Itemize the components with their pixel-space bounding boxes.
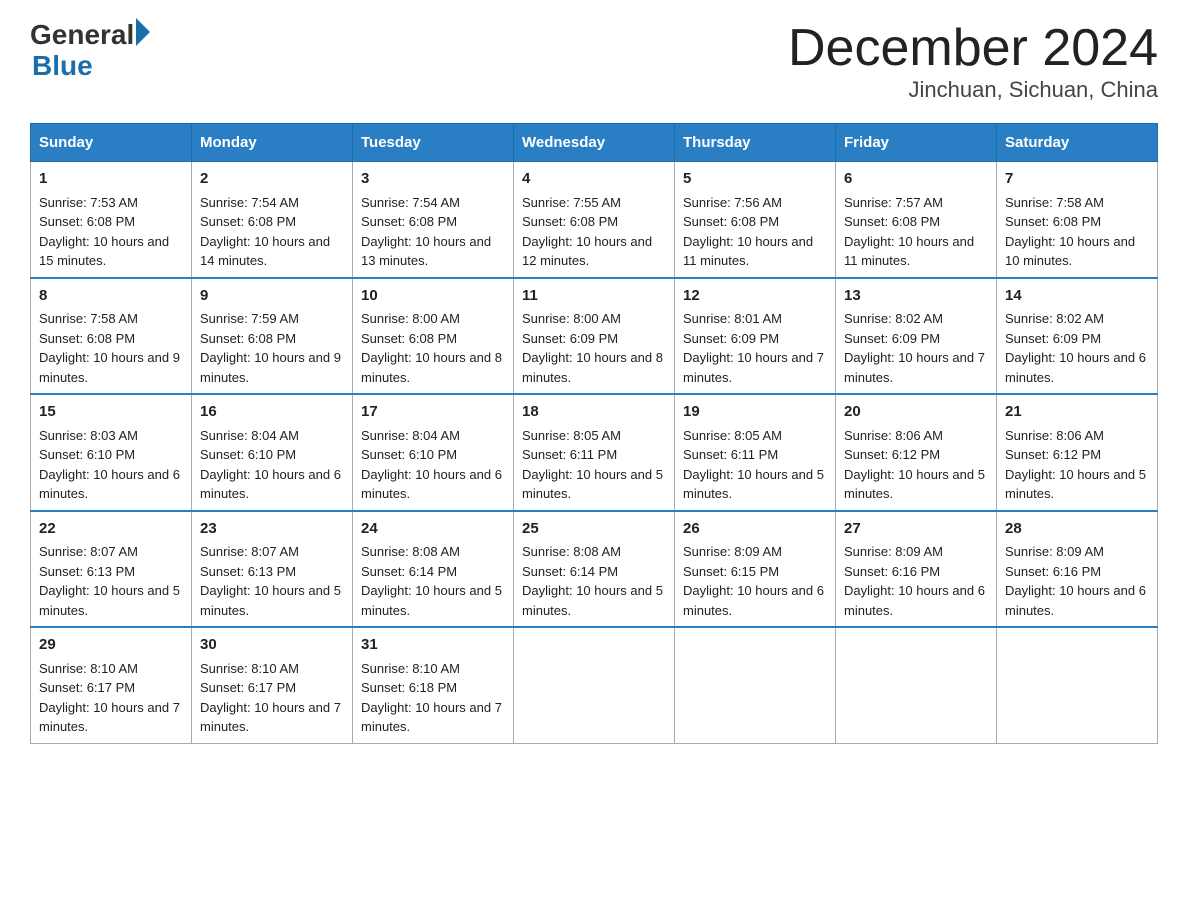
month-title: December 2024 [788,20,1158,77]
logo-blue-text: Blue [32,51,150,82]
day-number: 30 [200,634,344,657]
day-number: 18 [522,401,666,424]
table-row: 22Sunrise: 8:07 AMSunset: 6:13 PMDayligh… [31,511,192,628]
table-row: 30Sunrise: 8:10 AMSunset: 6:17 PMDayligh… [192,627,353,743]
col-tuesday: Tuesday [353,124,514,162]
day-number: 10 [361,285,505,308]
day-number: 8 [39,285,183,308]
day-number: 20 [844,401,988,424]
day-number: 24 [361,518,505,541]
calendar-week-row: 22Sunrise: 8:07 AMSunset: 6:13 PMDayligh… [31,511,1158,628]
table-row: 4Sunrise: 7:55 AMSunset: 6:08 PMDaylight… [514,162,675,278]
day-number: 4 [522,168,666,191]
table-row: 26Sunrise: 8:09 AMSunset: 6:15 PMDayligh… [675,511,836,628]
col-sunday: Sunday [31,124,192,162]
day-number: 27 [844,518,988,541]
day-number: 29 [39,634,183,657]
day-number: 21 [1005,401,1149,424]
day-number: 19 [683,401,827,424]
table-row [675,627,836,743]
table-row: 24Sunrise: 8:08 AMSunset: 6:14 PMDayligh… [353,511,514,628]
day-number: 6 [844,168,988,191]
table-row: 15Sunrise: 8:03 AMSunset: 6:10 PMDayligh… [31,394,192,511]
table-row: 11Sunrise: 8:00 AMSunset: 6:09 PMDayligh… [514,278,675,395]
day-number: 12 [683,285,827,308]
logo-general-text: General [30,20,134,51]
table-row: 14Sunrise: 8:02 AMSunset: 6:09 PMDayligh… [997,278,1158,395]
table-row: 21Sunrise: 8:06 AMSunset: 6:12 PMDayligh… [997,394,1158,511]
day-number: 5 [683,168,827,191]
table-row: 31Sunrise: 8:10 AMSunset: 6:18 PMDayligh… [353,627,514,743]
table-row: 12Sunrise: 8:01 AMSunset: 6:09 PMDayligh… [675,278,836,395]
day-number: 1 [39,168,183,191]
logo: General Blue [30,20,150,82]
table-row: 13Sunrise: 8:02 AMSunset: 6:09 PMDayligh… [836,278,997,395]
calendar-table: Sunday Monday Tuesday Wednesday Thursday… [30,123,1158,744]
table-row: 28Sunrise: 8:09 AMSunset: 6:16 PMDayligh… [997,511,1158,628]
day-number: 25 [522,518,666,541]
day-number: 9 [200,285,344,308]
calendar-header-row: Sunday Monday Tuesday Wednesday Thursday… [31,124,1158,162]
day-number: 31 [361,634,505,657]
day-number: 15 [39,401,183,424]
table-row: 7Sunrise: 7:58 AMSunset: 6:08 PMDaylight… [997,162,1158,278]
logo-triangle-icon [136,18,150,46]
day-number: 3 [361,168,505,191]
day-number: 22 [39,518,183,541]
day-number: 16 [200,401,344,424]
day-number: 11 [522,285,666,308]
calendar-week-row: 8Sunrise: 7:58 AMSunset: 6:08 PMDaylight… [31,278,1158,395]
table-row: 18Sunrise: 8:05 AMSunset: 6:11 PMDayligh… [514,394,675,511]
location-subtitle: Jinchuan, Sichuan, China [788,77,1158,103]
table-row: 1Sunrise: 7:53 AMSunset: 6:08 PMDaylight… [31,162,192,278]
table-row: 8Sunrise: 7:58 AMSunset: 6:08 PMDaylight… [31,278,192,395]
table-row: 29Sunrise: 8:10 AMSunset: 6:17 PMDayligh… [31,627,192,743]
day-number: 17 [361,401,505,424]
table-row [836,627,997,743]
day-number: 28 [1005,518,1149,541]
table-row: 3Sunrise: 7:54 AMSunset: 6:08 PMDaylight… [353,162,514,278]
calendar-week-row: 29Sunrise: 8:10 AMSunset: 6:17 PMDayligh… [31,627,1158,743]
title-area: December 2024 Jinchuan, Sichuan, China [788,20,1158,103]
col-friday: Friday [836,124,997,162]
table-row: 16Sunrise: 8:04 AMSunset: 6:10 PMDayligh… [192,394,353,511]
day-number: 2 [200,168,344,191]
day-number: 13 [844,285,988,308]
day-number: 23 [200,518,344,541]
page-header: General Blue December 2024 Jinchuan, Sic… [30,20,1158,103]
table-row [514,627,675,743]
table-row: 27Sunrise: 8:09 AMSunset: 6:16 PMDayligh… [836,511,997,628]
table-row: 19Sunrise: 8:05 AMSunset: 6:11 PMDayligh… [675,394,836,511]
day-number: 14 [1005,285,1149,308]
table-row: 10Sunrise: 8:00 AMSunset: 6:08 PMDayligh… [353,278,514,395]
calendar-week-row: 15Sunrise: 8:03 AMSunset: 6:10 PMDayligh… [31,394,1158,511]
table-row: 5Sunrise: 7:56 AMSunset: 6:08 PMDaylight… [675,162,836,278]
day-number: 26 [683,518,827,541]
col-monday: Monday [192,124,353,162]
col-thursday: Thursday [675,124,836,162]
table-row: 25Sunrise: 8:08 AMSunset: 6:14 PMDayligh… [514,511,675,628]
table-row: 6Sunrise: 7:57 AMSunset: 6:08 PMDaylight… [836,162,997,278]
table-row: 20Sunrise: 8:06 AMSunset: 6:12 PMDayligh… [836,394,997,511]
calendar-week-row: 1Sunrise: 7:53 AMSunset: 6:08 PMDaylight… [31,162,1158,278]
table-row: 9Sunrise: 7:59 AMSunset: 6:08 PMDaylight… [192,278,353,395]
table-row: 17Sunrise: 8:04 AMSunset: 6:10 PMDayligh… [353,394,514,511]
col-wednesday: Wednesday [514,124,675,162]
table-row: 23Sunrise: 8:07 AMSunset: 6:13 PMDayligh… [192,511,353,628]
table-row [997,627,1158,743]
table-row: 2Sunrise: 7:54 AMSunset: 6:08 PMDaylight… [192,162,353,278]
col-saturday: Saturday [997,124,1158,162]
day-number: 7 [1005,168,1149,191]
